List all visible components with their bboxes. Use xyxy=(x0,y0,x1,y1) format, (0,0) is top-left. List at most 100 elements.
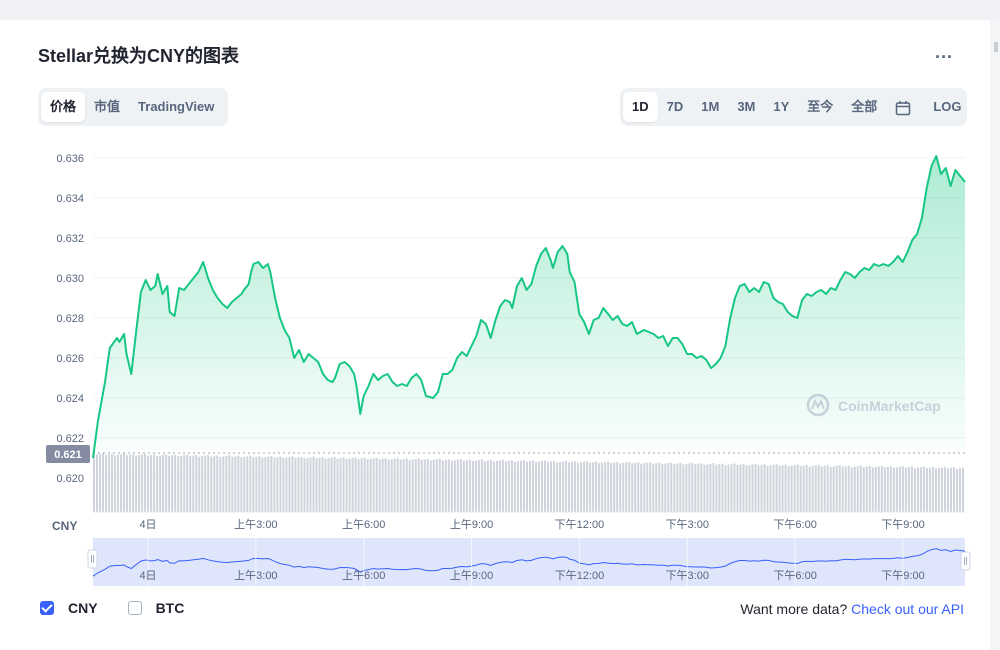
x-tick-label: 上午6:00 xyxy=(342,518,385,531)
volume-bar xyxy=(99,453,102,512)
legend-btc[interactable]: BTC xyxy=(127,600,185,616)
volume-bar xyxy=(742,463,745,512)
volume-bar xyxy=(501,459,504,512)
volume-bar xyxy=(135,455,138,512)
volume-bar xyxy=(429,460,432,512)
volume-bar xyxy=(237,455,240,512)
volume-bar xyxy=(468,459,471,512)
volume-bar xyxy=(751,464,754,512)
volume-bar xyxy=(715,464,718,512)
cny-checkbox[interactable] xyxy=(40,601,54,615)
volume-bar xyxy=(327,458,330,512)
volume-bar xyxy=(661,464,664,512)
volume-bar xyxy=(369,458,372,512)
volume-bar xyxy=(471,461,474,512)
volume-bar xyxy=(354,457,357,512)
navigator-right-handle[interactable] xyxy=(960,551,971,571)
y-tick-label: 0.634 xyxy=(56,193,84,205)
legend-cny[interactable]: CNY xyxy=(40,600,98,616)
volume-bar xyxy=(628,461,631,512)
volume-bar xyxy=(910,466,913,512)
volume-bar xyxy=(955,468,958,512)
volume-bar xyxy=(93,455,95,512)
volume-bar xyxy=(336,458,339,512)
volume-bar xyxy=(946,468,949,512)
volume-bar xyxy=(114,455,117,512)
volume-bar xyxy=(189,456,192,512)
volume-bar xyxy=(510,460,513,512)
volume-bar xyxy=(757,465,760,512)
navigator-left-handle[interactable] xyxy=(87,549,98,569)
series-legend: CNY BTC xyxy=(40,600,214,616)
volume-bar xyxy=(760,464,763,512)
volume-bar xyxy=(793,465,796,512)
volume-bar xyxy=(811,465,814,512)
api-link[interactable]: Check out our API xyxy=(851,601,964,617)
volume-bar xyxy=(240,457,243,512)
volume-bar xyxy=(553,460,556,512)
volume-bar xyxy=(408,460,411,512)
volume-bar xyxy=(300,456,303,512)
volume-bar xyxy=(571,461,574,512)
volume-bar xyxy=(940,467,943,512)
volume-bar xyxy=(441,460,444,512)
volume-bar xyxy=(201,456,204,512)
volume-bar xyxy=(213,456,216,512)
volume-bar xyxy=(315,458,318,512)
price-chart[interactable]: 0.620 0.622 0.624 0.626 0.628 0.630 0.632 0.634… xyxy=(0,0,1000,650)
volume-bar xyxy=(156,456,159,512)
volume-bar xyxy=(619,463,622,512)
volume-bar xyxy=(516,461,519,512)
volume-bar xyxy=(513,461,516,512)
volume-bar xyxy=(616,461,619,512)
volume-bar xyxy=(883,467,886,512)
volume-bar xyxy=(790,465,793,512)
volume-bar xyxy=(225,455,228,512)
volume-bar xyxy=(556,462,559,512)
y-axis: 0.620 0.622 0.624 0.626 0.628 0.630 0.632 0.634… xyxy=(56,153,84,485)
volume-bar xyxy=(324,458,327,512)
volume-bar xyxy=(646,462,649,512)
x-axis: 4日 上午3:00 上午6:00 上午9:00 下午12:00 下午3:00 下午6:00 下… xyxy=(139,518,924,531)
legend-btc-label: BTC xyxy=(155,600,185,616)
btc-checkbox[interactable] xyxy=(127,601,142,615)
volume-bar xyxy=(559,461,562,512)
volume-bar xyxy=(483,460,486,512)
volume-bar xyxy=(378,459,381,512)
volume-bar xyxy=(694,464,697,512)
volume-bar xyxy=(664,463,667,512)
volume-bar xyxy=(303,458,306,512)
volume-bar xyxy=(775,464,778,512)
volume-bar xyxy=(435,459,438,512)
volume-bar xyxy=(255,456,258,512)
volume-bar xyxy=(550,461,553,512)
volume-bar xyxy=(796,464,799,512)
volume-bar xyxy=(174,454,177,512)
volume-bar xyxy=(519,460,522,512)
volume-bar xyxy=(465,460,468,512)
volume-bar xyxy=(898,466,901,512)
volume-bar xyxy=(456,459,459,512)
volume-bar xyxy=(171,455,174,512)
volume-bar xyxy=(417,458,420,512)
range-navigator[interactable]: 4日 上午3:00 上午6:00 上午9:00 下午12:00 下午3:00 下午6:00 下… xyxy=(87,538,971,586)
volume-bar xyxy=(489,459,492,512)
volume-bar xyxy=(432,459,435,512)
volume-bar xyxy=(754,463,757,512)
volume-bar xyxy=(246,456,249,512)
volume-bar xyxy=(826,465,829,512)
volume-bar xyxy=(252,457,255,512)
navigator-tick-label: 下午6:00 xyxy=(773,569,816,582)
volume-bar xyxy=(700,463,703,512)
volume-bar xyxy=(309,457,312,512)
volume-bar xyxy=(730,464,733,512)
volume-bar xyxy=(649,462,652,512)
volume-bar xyxy=(535,462,538,512)
volume-bar xyxy=(474,460,477,512)
volume-bar xyxy=(108,454,111,512)
current-price-tag: 0.621 xyxy=(46,445,90,463)
volume-bar xyxy=(595,461,598,512)
volume-bar xyxy=(916,467,919,512)
volume-bar xyxy=(120,454,123,512)
volume-bar xyxy=(931,466,934,512)
